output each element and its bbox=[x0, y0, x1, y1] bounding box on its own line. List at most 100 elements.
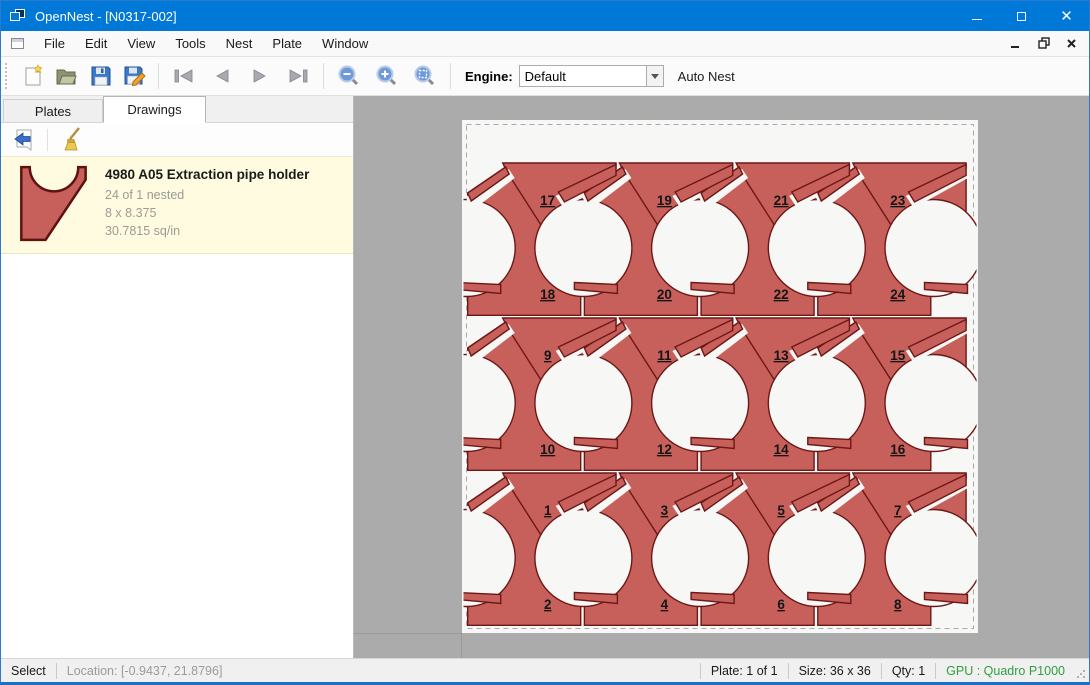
menu-window[interactable]: Window bbox=[312, 32, 378, 55]
part-number-label: 9 bbox=[544, 348, 552, 363]
part-number-label: 23 bbox=[890, 193, 906, 208]
close-button[interactable]: ✕ bbox=[1044, 1, 1089, 31]
main-toolbar: Engine: Default Auto Nest bbox=[1, 57, 1089, 96]
mdi-minimize-icon[interactable] bbox=[1009, 37, 1023, 51]
zoom-out-button[interactable] bbox=[330, 61, 368, 91]
save-button[interactable] bbox=[84, 61, 118, 91]
zoom-extents-icon bbox=[414, 65, 436, 87]
part-cutout-circle bbox=[535, 355, 632, 452]
status-location: Location: [-0.9437, 21.8796] bbox=[57, 664, 233, 678]
plate-drawing[interactable]: 171921231820222491113151012141613572468 bbox=[462, 120, 978, 633]
part-thumbnail bbox=[13, 165, 95, 243]
part-cutout-circle bbox=[885, 200, 978, 297]
menu-edit[interactable]: Edit bbox=[75, 32, 117, 55]
nest-canvas[interactable]: 171921231820222491113151012141613572468 bbox=[354, 96, 1089, 658]
status-gpu: GPU : Quadro P1000 bbox=[936, 664, 1075, 678]
minimize-button[interactable] bbox=[954, 1, 999, 31]
menu-file[interactable]: File bbox=[34, 32, 75, 55]
return-to-drawings-button[interactable] bbox=[9, 125, 39, 155]
plate-page[interactable]: 171921231820222491113151012141613572468 bbox=[462, 120, 978, 633]
status-bar: Select Location: [-0.9437, 21.8796] Plat… bbox=[1, 658, 1089, 682]
part-number-label: 24 bbox=[890, 287, 906, 302]
part-number-label: 4 bbox=[661, 597, 669, 612]
part-number-label: 5 bbox=[777, 503, 785, 518]
app-window: OpenNest - [N0317-002] ✕ File Edit View … bbox=[0, 0, 1090, 685]
save-as-button[interactable] bbox=[118, 61, 152, 91]
drawing-area: 30.7815 sq/in bbox=[105, 222, 309, 240]
drawing-nested-count: 24 of 1 nested bbox=[105, 186, 309, 204]
tab-drawings[interactable]: Drawings bbox=[103, 96, 206, 123]
new-document-icon bbox=[22, 64, 44, 88]
status-plate: Plate: 1 of 1 bbox=[701, 664, 788, 678]
part-cutout-circle bbox=[885, 510, 978, 607]
zoom-extents-button[interactable] bbox=[406, 61, 444, 91]
part-number-label: 15 bbox=[890, 348, 906, 363]
tab-strip: Plates Drawings bbox=[1, 96, 353, 123]
app-icon bbox=[9, 8, 27, 24]
left-panel: Plates Drawings bbox=[1, 96, 354, 658]
open-folder-icon bbox=[55, 65, 79, 87]
clear-nest-button[interactable] bbox=[56, 125, 86, 155]
part-number-label: 1 bbox=[544, 503, 552, 518]
mdi-close-icon[interactable] bbox=[1065, 37, 1079, 51]
engine-combobox[interactable]: Default bbox=[519, 65, 647, 87]
maximize-button[interactable] bbox=[999, 1, 1044, 31]
part-number-label: 17 bbox=[540, 193, 555, 208]
tab-plates[interactable]: Plates bbox=[3, 99, 103, 122]
part-number-label: 18 bbox=[540, 287, 556, 302]
save-as-icon bbox=[123, 65, 147, 88]
toolbar-grip[interactable] bbox=[5, 63, 10, 89]
menu-tools[interactable]: Tools bbox=[165, 32, 215, 55]
part-number-label: 20 bbox=[657, 287, 672, 302]
engine-value: Default bbox=[520, 69, 646, 84]
drawing-title: 4980 A05 Extraction pipe holder bbox=[105, 167, 309, 182]
drawing-list-item[interactable]: 4980 A05 Extraction pipe holder 24 of 1 … bbox=[1, 156, 353, 254]
part-number-label: 6 bbox=[777, 597, 785, 612]
save-icon bbox=[90, 65, 112, 87]
menu-nest[interactable]: Nest bbox=[216, 32, 263, 55]
first-arrow-icon bbox=[173, 67, 195, 85]
plate-guide-line-h bbox=[354, 633, 462, 634]
engine-dropdown-button[interactable] bbox=[647, 65, 664, 87]
part-number-label: 14 bbox=[774, 442, 790, 457]
part-number-label: 13 bbox=[774, 348, 790, 363]
status-size: Size: 36 x 36 bbox=[789, 664, 881, 678]
resize-grip-icon bbox=[1076, 669, 1086, 679]
menu-plate[interactable]: Plate bbox=[262, 32, 312, 55]
part-cutout-circle bbox=[535, 200, 632, 297]
zoom-out-icon bbox=[338, 65, 360, 87]
part-number-label: 11 bbox=[657, 348, 672, 363]
window-title: OpenNest - [N0317-002] bbox=[35, 9, 177, 24]
part-cutout-circle bbox=[768, 355, 865, 452]
drawings-toolbar bbox=[1, 123, 353, 156]
zoom-in-button[interactable] bbox=[368, 61, 406, 91]
part-number-label: 12 bbox=[657, 442, 672, 457]
plate-guide-line-v bbox=[461, 633, 462, 658]
open-button[interactable] bbox=[50, 61, 84, 91]
last-plate-button[interactable] bbox=[279, 61, 317, 91]
part-thumbnail-shape bbox=[21, 167, 85, 240]
part-cutout-circle bbox=[768, 200, 865, 297]
part-cutout-circle bbox=[768, 510, 865, 607]
next-arrow-icon bbox=[250, 67, 270, 85]
previous-plate-button[interactable] bbox=[203, 61, 241, 91]
auto-nest-button[interactable]: Auto Nest bbox=[678, 69, 735, 84]
status-mode: Select bbox=[1, 664, 56, 678]
zoom-in-icon bbox=[376, 65, 398, 87]
new-button[interactable] bbox=[16, 61, 50, 91]
previous-arrow-icon bbox=[212, 67, 232, 85]
part-number-label: 19 bbox=[657, 193, 672, 208]
resize-grip[interactable] bbox=[1075, 659, 1089, 682]
part-number-label: 7 bbox=[894, 503, 902, 518]
menu-view[interactable]: View bbox=[117, 32, 165, 55]
mdi-restore-icon[interactable] bbox=[1037, 37, 1051, 51]
part-number-label: 22 bbox=[774, 287, 789, 302]
mdi-child-icon[interactable] bbox=[11, 38, 24, 49]
status-qty: Qty: 1 bbox=[882, 664, 935, 678]
menu-bar: File Edit View Tools Nest Plate Window bbox=[1, 31, 1089, 57]
next-plate-button[interactable] bbox=[241, 61, 279, 91]
first-plate-button[interactable] bbox=[165, 61, 203, 91]
title-bar[interactable]: OpenNest - [N0317-002] ✕ bbox=[1, 1, 1089, 31]
page-back-arrow-icon bbox=[12, 128, 36, 152]
part-number-label: 3 bbox=[661, 503, 669, 518]
